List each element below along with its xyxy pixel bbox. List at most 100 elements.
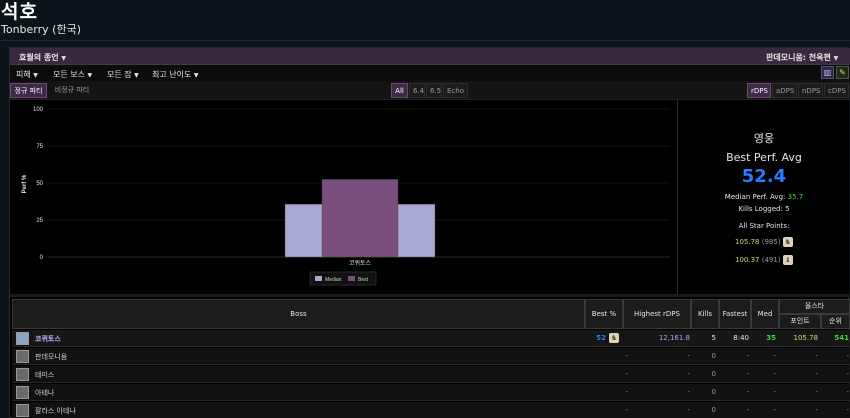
- cell-highest: -: [687, 406, 690, 414]
- cell-points: -: [815, 370, 818, 378]
- cell-fastest: -: [746, 352, 749, 360]
- best-perf-value: 52.4: [741, 166, 787, 187]
- table-row[interactable]: [12, 330, 850, 347]
- difficulty-title: 영웅: [753, 132, 775, 145]
- boss-name[interactable]: 팔라스 아테나: [35, 406, 76, 416]
- cell-rank: -: [846, 370, 849, 378]
- boss-avatar-icon: [16, 404, 29, 417]
- bar-best[interactable]: [321, 179, 399, 258]
- col-rank[interactable]: 순위: [821, 314, 850, 329]
- boss-name[interactable]: 테미스: [35, 370, 54, 380]
- tab-patch-6-5[interactable]: 6.5: [426, 83, 442, 98]
- legend-median[interactable]: Median: [325, 277, 342, 283]
- chevron-down-icon: ▼: [87, 72, 93, 79]
- all-star-points: 100.37: [735, 256, 760, 264]
- tab-regular-party[interactable]: 정규 파티: [10, 83, 47, 98]
- boss-name[interactable]: 판데모니움: [35, 352, 67, 362]
- boss-name[interactable]: 코퀴토스: [35, 334, 61, 344]
- cell-rank: -: [846, 406, 849, 414]
- table-row[interactable]: [12, 402, 850, 418]
- cell-kills: 0: [711, 370, 716, 378]
- x-tick-label: 코퀴토스: [349, 259, 372, 267]
- col-allstar: 올스타: [779, 299, 850, 314]
- boss-avatar-icon: [16, 350, 29, 363]
- metric-dropdown[interactable]: 피해 ▼: [16, 69, 38, 80]
- legend-swatch-best: [348, 276, 355, 281]
- legend-swatch-median: [315, 276, 322, 281]
- tab-rdps[interactable]: rDPS: [747, 83, 771, 98]
- cell-best: -: [625, 370, 628, 378]
- cell-kills: 0: [711, 352, 716, 360]
- y-axis-label: Perf %: [22, 174, 28, 193]
- col-highest[interactable]: Highest rDPS: [623, 299, 691, 329]
- cell-rank: -: [846, 352, 849, 360]
- tab-patch-6-4[interactable]: 6.4: [409, 83, 425, 98]
- expansion-label: 효월의 종언: [19, 53, 59, 62]
- perf-bar-chart: 0 25 50 75 100 Perf % 코퀴토스 Median Best: [22, 107, 670, 286]
- cell-med: -: [773, 406, 776, 414]
- all-star-label: All Star Points:: [738, 222, 790, 230]
- y-tick-label: 0: [40, 255, 44, 261]
- boss-avatar-icon: [16, 332, 29, 345]
- tab-irregular-party[interactable]: 비정규 파티: [48, 83, 96, 98]
- legend-best[interactable]: Best: [358, 277, 369, 283]
- col-kills[interactable]: Kills: [691, 299, 719, 329]
- cell-best: 52: [596, 334, 606, 342]
- median-perf: Median Perf. Avg: 35.7: [679, 193, 849, 201]
- job-icon: ♝: [782, 255, 793, 265]
- tab-ndps[interactable]: nDPS: [798, 83, 823, 98]
- cell-fastest: 8:40: [733, 334, 749, 342]
- chevron-down-icon: ▼: [193, 72, 199, 79]
- cell-fastest: -: [746, 388, 749, 396]
- header-divider: [0, 40, 850, 41]
- boss-avatar-icon: [16, 368, 29, 381]
- job-icon: ♞: [782, 237, 793, 247]
- median-perf-value: 35.7: [787, 193, 804, 201]
- job-dropdown-label: 모든 잡: [107, 70, 132, 79]
- table-row[interactable]: [12, 384, 850, 401]
- wrench-icon[interactable]: ✎: [836, 66, 849, 79]
- col-boss[interactable]: Boss: [12, 299, 585, 329]
- tab-cdps[interactable]: cDPS: [824, 83, 849, 98]
- boss-dropdown[interactable]: 모든 보스 ▼: [53, 69, 92, 80]
- cell-points: 105.78: [793, 334, 819, 342]
- cell-best: -: [625, 352, 628, 360]
- tab-patch-echo[interactable]: Echo: [443, 83, 468, 98]
- median-perf-label: Median Perf. Avg:: [724, 193, 786, 201]
- cell-highest: -: [687, 352, 690, 360]
- expansion-dropdown[interactable]: 효월의 종언 ▼: [19, 52, 66, 63]
- cell-highest: -: [687, 370, 690, 378]
- all-star-row: 105.78 (985) ♞: [735, 237, 793, 247]
- cell-kills: 0: [711, 406, 716, 414]
- col-med[interactable]: Med: [751, 299, 779, 329]
- table-row[interactable]: [12, 348, 850, 365]
- tab-adps[interactable]: aDPS: [772, 83, 797, 98]
- zone-label: 판데모니움: 천옥편: [766, 53, 831, 62]
- all-star-rank: (491): [761, 256, 781, 264]
- job-icon: ♞: [609, 333, 619, 343]
- col-fastest[interactable]: Fastest: [719, 299, 751, 329]
- tab-patch-all[interactable]: All: [391, 83, 408, 98]
- all-star-points: 105.78: [735, 238, 760, 246]
- all-star-row: 100.37 (491) ♝: [735, 255, 793, 265]
- chevron-down-icon: ▼: [61, 55, 67, 62]
- cell-kills: 0: [711, 388, 716, 396]
- bar-chart-icon[interactable]: ▥: [821, 66, 834, 79]
- col-best[interactable]: Best %: [585, 299, 623, 329]
- metric-dropdown-label: 피해: [16, 70, 31, 79]
- cell-best: -: [625, 388, 628, 396]
- cell-med: -: [773, 370, 776, 378]
- zone-dropdown[interactable]: 판데모니움: 천옥편 ▼: [766, 52, 838, 63]
- cell-best: -: [625, 406, 628, 414]
- y-tick-label: 75: [36, 144, 43, 150]
- boss-name[interactable]: 아테나: [35, 388, 54, 398]
- cell-rank: 541: [834, 334, 849, 342]
- cell-points: -: [815, 352, 818, 360]
- y-tick-label: 25: [36, 218, 43, 224]
- table-row[interactable]: [12, 366, 850, 383]
- col-points[interactable]: 포인트: [779, 314, 821, 329]
- difficulty-dropdown[interactable]: 최고 난이도 ▼: [152, 69, 199, 80]
- job-dropdown[interactable]: 모든 잡 ▼: [107, 69, 139, 80]
- expansion-bar: [10, 48, 850, 65]
- kills-logged: Kills Logged: 5: [679, 205, 849, 213]
